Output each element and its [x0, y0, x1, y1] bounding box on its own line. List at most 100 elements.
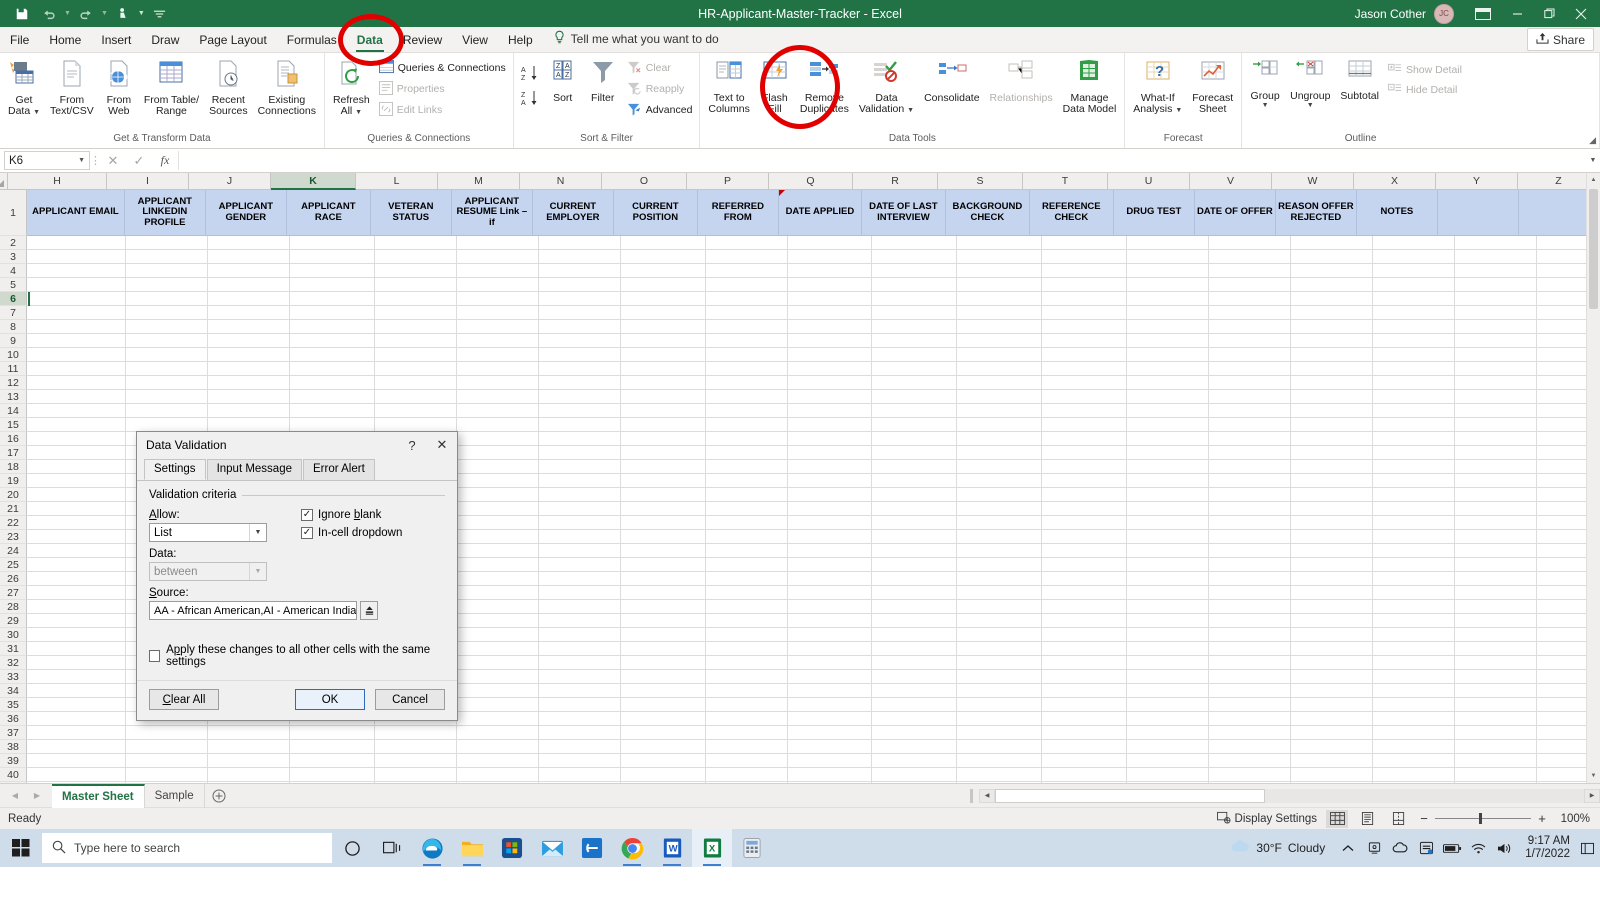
- cell-U36[interactable]: [1127, 712, 1209, 726]
- cell-H9[interactable]: [27, 334, 126, 348]
- cell-Q31[interactable]: [788, 642, 872, 656]
- cell-R32[interactable]: [872, 656, 957, 670]
- cell-S38[interactable]: [957, 740, 1042, 754]
- cell-P32[interactable]: [706, 656, 788, 670]
- cell-M25[interactable]: [457, 558, 539, 572]
- cell-P18[interactable]: [706, 460, 788, 474]
- cell-J37[interactable]: [208, 726, 290, 740]
- cell-V9[interactable]: [1209, 334, 1291, 348]
- cell-P8[interactable]: [706, 320, 788, 334]
- cell-O28[interactable]: [621, 600, 706, 614]
- cell-X28[interactable]: [1373, 600, 1455, 614]
- cell-X30[interactable]: [1373, 628, 1455, 642]
- cell-R9[interactable]: [872, 334, 957, 348]
- cell-W28[interactable]: [1291, 600, 1373, 614]
- cell-V2[interactable]: [1209, 236, 1291, 250]
- add-sheet-icon[interactable]: [205, 784, 233, 808]
- cell-L10[interactable]: [375, 348, 457, 362]
- cell-S24[interactable]: [957, 544, 1042, 558]
- cell-T32[interactable]: [1042, 656, 1127, 670]
- row-header-32[interactable]: 32: [0, 656, 27, 670]
- chevron-down-icon[interactable]: ▼: [249, 524, 266, 541]
- cell-Q10[interactable]: [788, 348, 872, 362]
- cell-K39[interactable]: [290, 754, 375, 768]
- cell-N20[interactable]: [539, 488, 621, 502]
- cell-Q20[interactable]: [788, 488, 872, 502]
- cell-Q5[interactable]: [788, 278, 872, 292]
- cell-W24[interactable]: [1291, 544, 1373, 558]
- column-title-v[interactable]: DATE OF OFFER: [1194, 190, 1276, 236]
- cell-W3[interactable]: [1291, 250, 1373, 264]
- cell-T8[interactable]: [1042, 320, 1127, 334]
- cell-R31[interactable]: [872, 642, 957, 656]
- cell-R19[interactable]: [872, 474, 957, 488]
- cell-S16[interactable]: [957, 432, 1042, 446]
- cell-T39[interactable]: [1042, 754, 1127, 768]
- cell-L2[interactable]: [375, 236, 457, 250]
- cell-J15[interactable]: [208, 418, 290, 432]
- cell-H15[interactable]: [27, 418, 126, 432]
- cell-V10[interactable]: [1209, 348, 1291, 362]
- cell-I15[interactable]: [126, 418, 208, 432]
- cell-Y32[interactable]: [1455, 656, 1537, 670]
- cell-X3[interactable]: [1373, 250, 1455, 264]
- cell-N24[interactable]: [539, 544, 621, 558]
- horizontal-scrollbar[interactable]: ◀ ▶: [970, 784, 1600, 808]
- column-header-u[interactable]: U: [1108, 173, 1190, 190]
- cell-L4[interactable]: [375, 264, 457, 278]
- cell-M23[interactable]: [457, 530, 539, 544]
- cell-U10[interactable]: [1127, 348, 1209, 362]
- cell-X2[interactable]: [1373, 236, 1455, 250]
- cell-W23[interactable]: [1291, 530, 1373, 544]
- task-view-icon[interactable]: [372, 829, 412, 867]
- cell-V7[interactable]: [1209, 306, 1291, 320]
- column-title-s[interactable]: BACKGROUND CHECK: [945, 190, 1030, 236]
- cell-U15[interactable]: [1127, 418, 1209, 432]
- column-header-y[interactable]: Y: [1436, 173, 1518, 190]
- cell-Q19[interactable]: [788, 474, 872, 488]
- undo-icon[interactable]: [37, 3, 61, 25]
- cell-N6[interactable]: [539, 292, 621, 306]
- cell-J38[interactable]: [208, 740, 290, 754]
- cell-S12[interactable]: [957, 376, 1042, 390]
- cell-M7[interactable]: [457, 306, 539, 320]
- cell-P40[interactable]: [706, 768, 788, 782]
- column-header-n[interactable]: N: [520, 173, 602, 190]
- cell-O40[interactable]: [621, 768, 706, 782]
- ribbon-button-sort-descending[interactable]: ZA: [517, 87, 543, 112]
- cell-W19[interactable]: [1291, 474, 1373, 488]
- cell-U13[interactable]: [1127, 390, 1209, 404]
- cell-Y10[interactable]: [1455, 348, 1537, 362]
- cell-K40[interactable]: [290, 768, 375, 782]
- column-title-h[interactable]: APPLICANT EMAIL: [27, 190, 125, 236]
- cell-X27[interactable]: [1373, 586, 1455, 600]
- cell-W17[interactable]: [1291, 446, 1373, 460]
- cell-P15[interactable]: [706, 418, 788, 432]
- row-header-22[interactable]: 22: [0, 516, 27, 530]
- cell-I7[interactable]: [126, 306, 208, 320]
- cell-N9[interactable]: [539, 334, 621, 348]
- cell-R13[interactable]: [872, 390, 957, 404]
- cell-U7[interactable]: [1127, 306, 1209, 320]
- file-explorer-icon[interactable]: [452, 829, 492, 867]
- ribbon-button-consolidate[interactable]: Consolidate: [919, 56, 984, 104]
- cell-J8[interactable]: [208, 320, 290, 334]
- cell-M30[interactable]: [457, 628, 539, 642]
- cell-I5[interactable]: [126, 278, 208, 292]
- cell-I38[interactable]: [126, 740, 208, 754]
- cell-P35[interactable]: [706, 698, 788, 712]
- cell-N21[interactable]: [539, 502, 621, 516]
- cell-T3[interactable]: [1042, 250, 1127, 264]
- cell-Q14[interactable]: [788, 404, 872, 418]
- cell-R17[interactable]: [872, 446, 957, 460]
- cell-Y26[interactable]: [1455, 572, 1537, 586]
- cell-T5[interactable]: [1042, 278, 1127, 292]
- ribbon-tab-formulas[interactable]: Formulas: [277, 29, 347, 52]
- cell-R39[interactable]: [872, 754, 957, 768]
- cell-N16[interactable]: [539, 432, 621, 446]
- cell-T24[interactable]: [1042, 544, 1127, 558]
- cell-Y6[interactable]: [1455, 292, 1537, 306]
- outline-dialog-launcher[interactable]: ◢: [1589, 135, 1596, 146]
- cell-R10[interactable]: [872, 348, 957, 362]
- cell-Q3[interactable]: [788, 250, 872, 264]
